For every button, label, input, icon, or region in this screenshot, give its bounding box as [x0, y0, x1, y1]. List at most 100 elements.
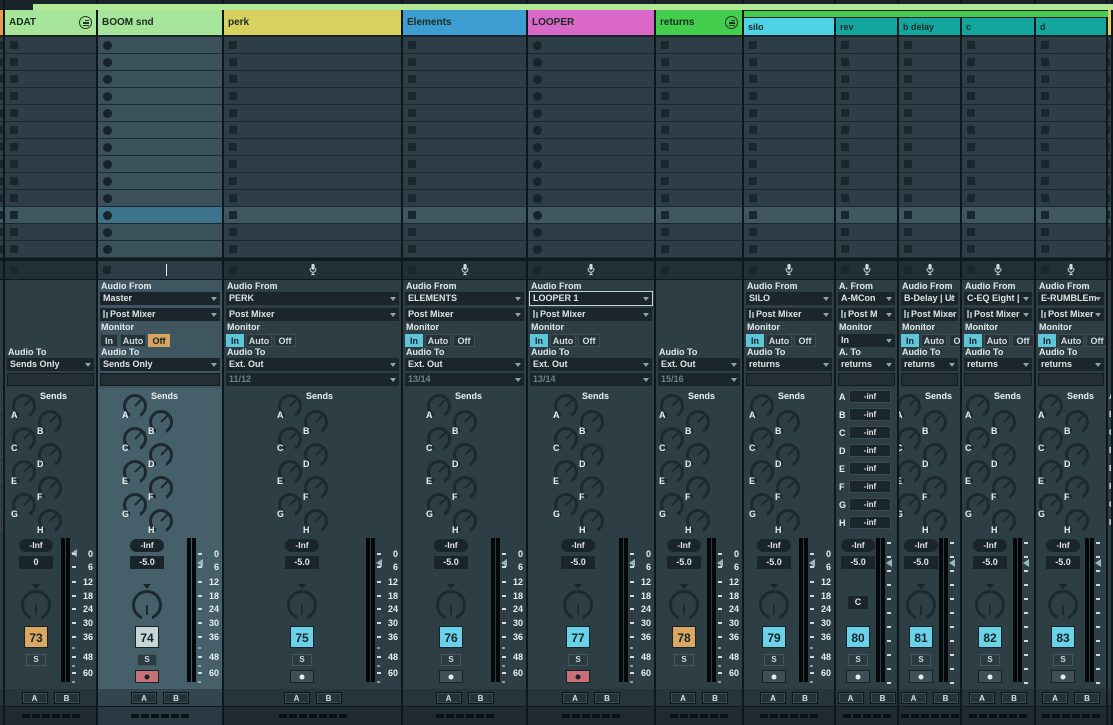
clip-slot[interactable] — [836, 88, 897, 105]
pan-value-box[interactable]: C — [848, 596, 868, 609]
stop-clip-button[interactable] — [10, 92, 18, 100]
clip-slot[interactable] — [403, 241, 526, 258]
clip-slot[interactable] — [528, 207, 654, 224]
clip-slot[interactable] — [836, 37, 897, 54]
audio-to-dropdown[interactable]: Ext. Out — [658, 358, 740, 371]
stop-all-clips-button[interactable] — [103, 266, 111, 274]
stop-clip-button[interactable] — [661, 109, 669, 117]
audio-from-dropdown[interactable]: E-RUMBLEm — [1038, 292, 1104, 305]
stop-clip-button[interactable] — [408, 58, 416, 66]
clip-slot[interactable] — [528, 139, 654, 156]
crossfade-a-button[interactable]: A — [22, 692, 48, 704]
monitor-auto-button[interactable]: Auto — [246, 334, 272, 347]
record-slot-button[interactable] — [533, 211, 542, 220]
track-activator-button[interactable]: 79 — [762, 626, 786, 648]
monitor-in-button[interactable]: In — [746, 334, 764, 347]
clip-slot[interactable] — [224, 156, 401, 173]
clip-slot[interactable] — [403, 122, 526, 139]
clip-slot[interactable] — [224, 88, 401, 105]
clip-slot[interactable] — [403, 71, 526, 88]
partial-track-header[interactable] — [1108, 10, 1113, 35]
stop-clip-button[interactable] — [841, 109, 849, 117]
stop-clip-button[interactable] — [10, 41, 18, 49]
stop-clip-button[interactable] — [841, 41, 849, 49]
stop-all-clips-button[interactable] — [967, 266, 975, 274]
track-header[interactable]: perk — [224, 10, 401, 35]
clip-slot[interactable] — [1036, 156, 1106, 173]
audio-to-dropdown[interactable]: Sends Only — [7, 358, 94, 371]
volume-value-box[interactable]: -5.0 — [904, 556, 938, 569]
stop-clip-button[interactable] — [749, 126, 757, 134]
arm-record-button[interactable] — [762, 670, 786, 683]
volume-value-box[interactable]: -5.0 — [434, 556, 468, 569]
record-slot-button[interactable] — [103, 194, 112, 203]
crossfade-a-button[interactable]: A — [670, 692, 696, 704]
volume-value-box[interactable]: -5.0 — [973, 556, 1007, 569]
stop-clip-button[interactable] — [967, 58, 975, 66]
clip-slot[interactable] — [1036, 105, 1106, 122]
stop-clip-button[interactable] — [904, 228, 912, 236]
clip-slot[interactable] — [5, 105, 96, 122]
clip-slot[interactable] — [656, 173, 742, 190]
clip-slot[interactable] — [962, 122, 1034, 139]
clip-slot[interactable] — [744, 54, 834, 71]
track-header[interactable]: Elements — [403, 10, 526, 35]
clip-slot[interactable] — [98, 224, 222, 241]
record-slot-button[interactable] — [103, 245, 112, 254]
clip-slot[interactable] — [656, 54, 742, 71]
clip-slot[interactable] — [836, 54, 897, 71]
audio-to-dropdown[interactable]: Ext. Out — [530, 358, 652, 371]
monitor-dropdown[interactable]: In — [838, 334, 895, 347]
clip-slot[interactable] — [744, 88, 834, 105]
solo-button[interactable]: S — [980, 654, 1000, 666]
monitor-auto-button[interactable]: Auto — [766, 334, 792, 347]
clip-slot[interactable] — [98, 88, 222, 105]
routing-point-dropdown[interactable]: Post Mixer — [100, 308, 220, 321]
record-slot-button[interactable] — [103, 75, 112, 84]
volume-value-box[interactable]: -5.0 — [757, 556, 791, 569]
pan-knob[interactable] — [906, 590, 936, 620]
arm-record-button[interactable] — [135, 670, 159, 683]
stop-clip-button[interactable] — [967, 41, 975, 49]
stop-clip-button[interactable] — [967, 211, 975, 219]
monitor-off-button[interactable]: Off — [148, 334, 170, 347]
clip-slot[interactable] — [1036, 173, 1106, 190]
crossfade-a-button[interactable]: A — [838, 692, 864, 704]
clip-slot[interactable] — [1036, 139, 1106, 156]
record-slot-button[interactable] — [533, 126, 542, 135]
stop-clip-button[interactable] — [408, 126, 416, 134]
stop-clip-button[interactable] — [749, 228, 757, 236]
send-d-value[interactable]: -inf — [849, 444, 891, 457]
send-e-knob[interactable] — [899, 460, 921, 484]
clip-slot[interactable] — [528, 156, 654, 173]
stop-clip-button[interactable] — [749, 75, 757, 83]
clip-slot[interactable] — [744, 224, 834, 241]
stop-clip-button[interactable] — [1041, 109, 1049, 117]
record-slot-button[interactable] — [103, 143, 112, 152]
record-slot-button[interactable] — [533, 58, 542, 67]
clip-slot[interactable] — [403, 156, 526, 173]
clip-slot[interactable] — [962, 37, 1034, 54]
stop-clip-button[interactable] — [967, 126, 975, 134]
clip-slot[interactable] — [98, 173, 222, 190]
track-header[interactable]: silo — [744, 18, 834, 35]
monitor-off-button[interactable]: Off — [1012, 334, 1034, 347]
stop-clip-button[interactable] — [904, 211, 912, 219]
volume-value-box[interactable]: -5.0 — [667, 556, 701, 569]
clip-slot[interactable] — [224, 71, 401, 88]
clip-slot[interactable] — [98, 241, 222, 258]
stop-clip-button[interactable] — [904, 109, 912, 117]
clip-slot[interactable] — [962, 139, 1034, 156]
send-c-value[interactable]: -inf — [849, 426, 891, 439]
monitor-in-button[interactable]: In — [1038, 334, 1056, 347]
stop-all-clips-button[interactable] — [229, 266, 237, 274]
clip-slot[interactable] — [744, 37, 834, 54]
stop-clip-button[interactable] — [841, 143, 849, 151]
track-header[interactable]: BOOM snd — [98, 10, 222, 35]
stop-clip-button[interactable] — [10, 109, 18, 117]
crossfade-a-button[interactable]: A — [969, 692, 995, 704]
stop-all-clips-button[interactable] — [841, 266, 849, 274]
stop-clip-button[interactable] — [229, 228, 237, 236]
track-header[interactable]: b delay — [899, 18, 960, 35]
clip-slot[interactable] — [962, 190, 1034, 207]
